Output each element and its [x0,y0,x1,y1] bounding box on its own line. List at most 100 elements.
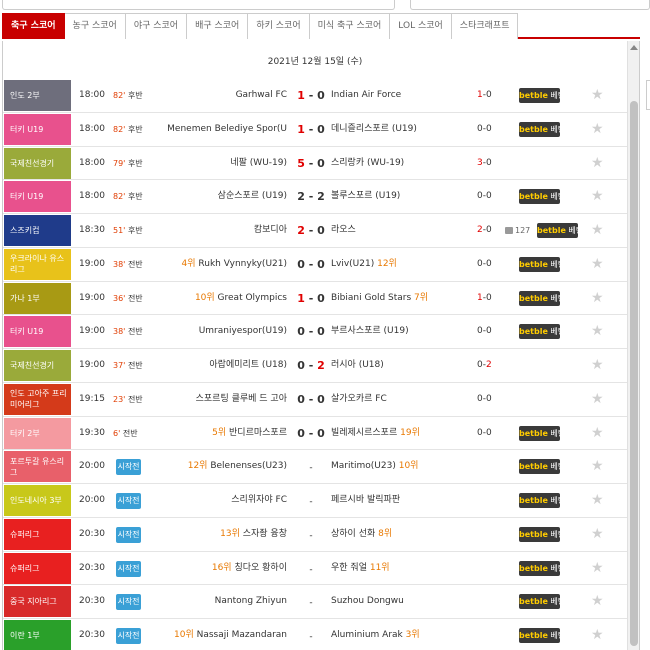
league-badge[interactable]: 포르투갈 유스리그 [4,451,71,483]
match-row[interactable]: 터키 U19 18:00 82' 후반 삼순스포르 (U19) 2 - 2 볼루스포르 (… [3,180,627,214]
star-icon[interactable]: ★ [591,417,604,450]
tab-2[interactable]: 야구 스코어 [125,13,188,39]
betting-button[interactable]: betble 베팅 [537,223,578,238]
betting-button[interactable]: betble 베팅 [519,459,560,475]
away-team[interactable]: Indian Air Force [331,79,401,112]
home-team[interactable]: 삼순스포르 (U19) [218,180,287,213]
match-row[interactable]: 가나 1부 19:00 36' 전반 10위 Great Olympics 1 - 0B… [3,282,627,316]
star-icon[interactable]: ★ [591,315,604,348]
star-icon[interactable]: ★ [591,518,604,551]
match-row[interactable]: 인도네시아 3부 20:00 시작전 스리위자야 FC - 페르시바 발릭파판 betble… [3,484,627,518]
betting-button[interactable]: betble 베팅 [519,594,560,610]
home-team[interactable]: Umraniyespor(U19) [199,315,287,348]
home-team[interactable]: Nantong Zhiyun [215,585,287,618]
scroll-up-arrow-icon[interactable] [630,45,638,50]
star-icon[interactable]: ★ [591,282,604,315]
away-team[interactable]: 부르사스포르 (U19) [331,315,409,348]
match-row[interactable]: 중국 지아리그 20:30 시작전 Nantong Zhiyun - Suzhou Don… [3,585,627,619]
away-team[interactable]: 스리랑카 (WU-19) [331,147,404,180]
away-team[interactable]: 페르시바 발릭파판 [331,484,400,517]
match-row[interactable]: 포르투갈 유스리그 20:00 시작전 12위 Belenenses(U23) - Mar… [3,450,627,484]
betting-button[interactable]: betble 베팅 [519,324,560,340]
league-badge[interactable]: 이란 1부 [4,620,71,650]
league-badge[interactable]: 인도 2부 [4,80,71,111]
betting-button[interactable]: betble 베팅 [519,560,560,576]
scroll-thumb[interactable] [630,101,638,646]
star-icon[interactable]: ★ [591,450,604,483]
league-badge[interactable]: 터키 2부 [4,417,71,449]
league-badge[interactable]: 국제친선경기 [4,350,71,381]
betting-button[interactable]: betble 베팅 [519,88,560,103]
star-icon[interactable]: ★ [591,147,604,180]
tab-7[interactable]: 스타크래프트 [451,13,519,39]
match-row[interactable]: 터키 U19 18:00 82' 후반 Menemen Belediye Spor(U… [3,113,627,147]
match-row[interactable]: 슈퍼리그 20:30 시작전 13위 스자좡 융창 - 상하이 선화 8위 betble 베… [3,518,627,552]
comment-count[interactable]: 127 [505,214,530,247]
away-team[interactable]: 라오스 [331,214,356,247]
match-row[interactable]: 터키 2부 19:30 6' 전반 5위 반디르마스포르 0 - 0 빌레제시르스포르 1… [3,417,627,451]
match-row[interactable]: 터키 U19 19:00 38' 전반 Umraniyespor(U19) 0 - 0부… [3,315,627,349]
match-row[interactable]: 이란 1부 20:30 시작전 10위 Nassaji Mazandaran - Alum… [3,619,627,650]
league-badge[interactable]: 가나 1부 [4,282,71,314]
away-team[interactable]: Suzhou Dongwu [331,585,404,618]
league-badge[interactable]: 인도 고아주 프리미어리그 [4,383,71,415]
away-team[interactable]: Bibiani Gold Stars 7위 [331,282,428,315]
league-badge[interactable]: 스즈키컵 [4,215,71,246]
league-badge[interactable]: 슈퍼리그 [4,518,71,550]
league-badge[interactable]: 우크라이나 유스리그 [4,248,71,280]
tab-0[interactable]: 축구 스코어 [2,13,65,39]
star-icon[interactable]: ★ [591,248,604,281]
betting-button[interactable]: betble 베팅 [519,121,560,137]
match-row[interactable]: 국제친선경기 19:00 37' 전반 아랍에미리트 (U18) 0 - 2 러시아 (U… [3,349,627,383]
league-badge[interactable]: 터키 U19 [4,316,71,348]
away-team[interactable]: 살가오카르 FC [331,383,387,416]
league-badge[interactable]: 중국 지아리그 [4,586,71,618]
match-row[interactable]: 인도 고아주 프리미어리그 19:15 23' 전반 스포르팅 클루베 드 고아 0 -… [3,383,627,417]
league-badge[interactable]: 터키 U19 [4,181,71,213]
home-team[interactable]: 16위 칭다오 황하이 [212,552,287,585]
home-team[interactable]: 10위 Great Olympics [195,282,287,315]
tab-5[interactable]: 미식 축구 스코어 [309,13,391,39]
tab-3[interactable]: 배구 스코어 [187,13,249,39]
away-team[interactable]: Maritimo(U23) 10위 [331,450,418,483]
betting-button[interactable]: betble 베팅 [519,425,560,441]
away-team[interactable]: 상하이 선화 8위 [331,518,392,551]
star-icon[interactable]: ★ [591,619,604,650]
match-row[interactable]: 슈퍼리그 20:30 시작전 16위 칭다오 황하이 - 우한 줘얼 11위 betble … [3,552,627,586]
betting-button[interactable]: betble 베팅 [519,290,560,306]
betting-button[interactable]: betble 베팅 [519,256,560,272]
home-team[interactable]: 스포르팅 클루베 드 고아 [196,383,287,416]
star-icon[interactable]: ★ [591,383,604,416]
home-team[interactable]: 아랍에미리트 (U18) [209,349,287,382]
star-icon[interactable]: ★ [591,113,604,146]
home-team[interactable]: 10위 Nassaji Mazandaran [174,619,287,650]
home-team[interactable]: 4위 Rukh Vynnyky(U21) [182,248,287,281]
star-icon[interactable]: ★ [591,585,604,618]
away-team[interactable]: 볼루스포르 (U19) [331,180,400,213]
betting-button[interactable]: betble 베팅 [519,189,560,205]
star-icon[interactable]: ★ [591,484,604,517]
scrollbar[interactable] [627,41,639,650]
tab-1[interactable]: 농구 스코어 [64,13,126,39]
betting-button[interactable]: betble 베팅 [519,628,560,643]
league-badge[interactable]: 인도네시아 3부 [4,485,71,516]
star-icon[interactable]: ★ [591,552,604,585]
match-row[interactable]: 우크라이나 유스리그 19:00 38' 전반 4위 Rukh Vynnyky(U21… [3,248,627,282]
league-badge[interactable]: 터키 U19 [4,113,71,145]
home-team[interactable]: Garhwal FC [236,79,287,112]
star-icon[interactable]: ★ [591,79,604,112]
betting-button[interactable]: betble 베팅 [519,493,560,508]
away-team[interactable]: 러시아 (U18) [331,349,384,382]
star-icon[interactable]: ★ [591,180,604,213]
home-team[interactable]: Menemen Belediye Spor(U [167,113,287,146]
home-team[interactable]: 네팔 (WU-19) [230,147,287,180]
away-team[interactable]: 우한 줘얼 11위 [331,552,390,585]
home-team[interactable]: 스리위자야 FC [231,484,287,517]
match-row[interactable]: 국제친선경기 18:00 79' 후반 네팔 (WU-19) 5 - 0 스리랑카 (WU… [3,147,627,181]
home-team[interactable]: 13위 스자좡 융창 [220,518,287,551]
match-row[interactable]: 인도 2부 18:00 82' 후반 Garhwal FC 1 - 0 Indian Ai… [3,79,627,113]
star-icon[interactable]: ★ [591,349,604,382]
away-team[interactable]: Aluminium Arak 3위 [331,619,420,650]
star-icon[interactable]: ★ [591,214,604,247]
match-row[interactable]: 스즈키컵 18:30 51' 후반 캄보디아 2 - 0 라오스 2-0 127 betble … [3,214,627,248]
